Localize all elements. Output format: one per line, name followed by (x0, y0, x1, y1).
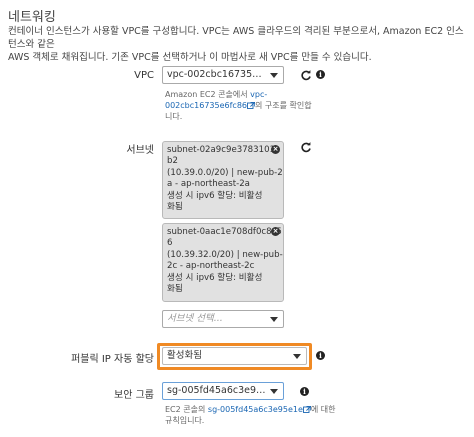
security-group-selected-value: sg-005fd45a6c3e95e1e (167, 385, 267, 396)
subnet-line: (10.39.0.0/20) | new-pub-2 (167, 167, 283, 178)
info-icon[interactable]: i (316, 351, 325, 360)
subnet-token: × subnet-02a9c9e3783101a b2 (10.39.0.0/2… (162, 141, 284, 219)
section-description: 컨테이너 인스턴스가 사용할 VPC를 구성합니다. VPC는 AWS 클라우드… (8, 25, 470, 64)
networking-panel: 네트워킹 컨테이너 인스턴스가 사용할 VPC를 구성합니다. VPC는 AWS… (0, 0, 474, 437)
subnet-line: 화됨 (167, 284, 183, 295)
subnet-select[interactable]: 서브넷 선택... (162, 310, 284, 328)
external-link-icon[interactable] (247, 102, 255, 109)
close-icon[interactable]: × (271, 145, 280, 154)
chevron-down-icon (270, 317, 278, 322)
subnet-line: 생성 시 ipv6 할당: 비활성 (167, 190, 263, 201)
subnet-line: subnet-0aac1e708df0c8c5 (167, 227, 282, 237)
public-ip-selected-value: 활성화됨 (167, 350, 202, 361)
sg-help-suffix: 에 대한 (310, 405, 336, 414)
external-link-icon[interactable] (302, 406, 311, 413)
public-ip-label: 퍼블릭 IP 자동 할당 (71, 354, 154, 365)
subnet-line: b2 (167, 156, 178, 167)
subnet-line: (10.39.32.0/20) | new-pub- (167, 249, 283, 260)
section-title: 네트워킹 (8, 10, 56, 25)
info-icon[interactable]: i (316, 70, 325, 79)
info-icon[interactable]: i (300, 387, 309, 396)
subnet-placeholder: 서브넷 선택... (167, 313, 223, 324)
vpc-selected-value: vpc-002cbc16735e6fc86 (167, 69, 267, 80)
vpc-help: Amazon EC2 콘솔에서 vpc- 002cbc16735e6fc86 의 … (165, 89, 315, 122)
sg-help-line2: 규칙입니다. (165, 416, 205, 425)
vpc-label: VPC (134, 70, 154, 81)
security-group-help: EC2 콘솔의 sg-005fd45a6c3e95e1e 에 대한 규칙입니다. (165, 404, 336, 426)
sg-help-prefix: EC2 콘솔의 (165, 405, 208, 414)
chevron-down-icon (293, 354, 301, 359)
vpc-help-prefix: Amazon EC2 콘솔에서 (165, 90, 251, 99)
security-group-label: 보안 그룹 (114, 390, 154, 401)
section-description-line2: AWS 객체로 채워집니다. 기존 VPC를 선택하거나 이 마법사로 새 VP… (8, 52, 372, 63)
subnet-token: × subnet-0aac1e708df0c8c5 6 (10.39.32.0/… (162, 223, 284, 302)
subnet-line: subnet-02a9c9e3783101a (167, 145, 281, 155)
chevron-down-icon (270, 389, 278, 394)
public-ip-select[interactable]: 활성화됨 (162, 347, 307, 365)
subnet-line: 6 (167, 238, 173, 249)
section-description-line1: 컨테이너 인스턴스가 사용할 VPC를 구성합니다. VPC는 AWS 클라우드… (8, 26, 464, 50)
vpc-console-link-b[interactable]: 002cbc16735e6fc86 (165, 101, 247, 110)
close-icon[interactable]: × (271, 227, 280, 236)
refresh-icon[interactable] (300, 69, 312, 81)
security-group-select[interactable]: sg-005fd45a6c3e95e1e (162, 382, 284, 400)
subnet-line: 화됨 (167, 202, 183, 213)
subnet-line: 생성 시 ipv6 할당: 비활성 (167, 272, 263, 283)
vpc-console-link-a[interactable]: vpc- (250, 90, 267, 99)
subnet-line: a - ap-northeast-2a (167, 179, 250, 190)
chevron-down-icon (270, 73, 278, 78)
subnet-label: 서브넷 (126, 145, 154, 156)
vpc-select[interactable]: vpc-002cbc16735e6fc86 (162, 66, 284, 84)
subnet-line: 2c - ap-northeast-2c (167, 261, 255, 272)
refresh-icon[interactable] (300, 141, 312, 153)
sg-console-link[interactable]: sg-005fd45a6c3e95e1e (208, 405, 303, 414)
